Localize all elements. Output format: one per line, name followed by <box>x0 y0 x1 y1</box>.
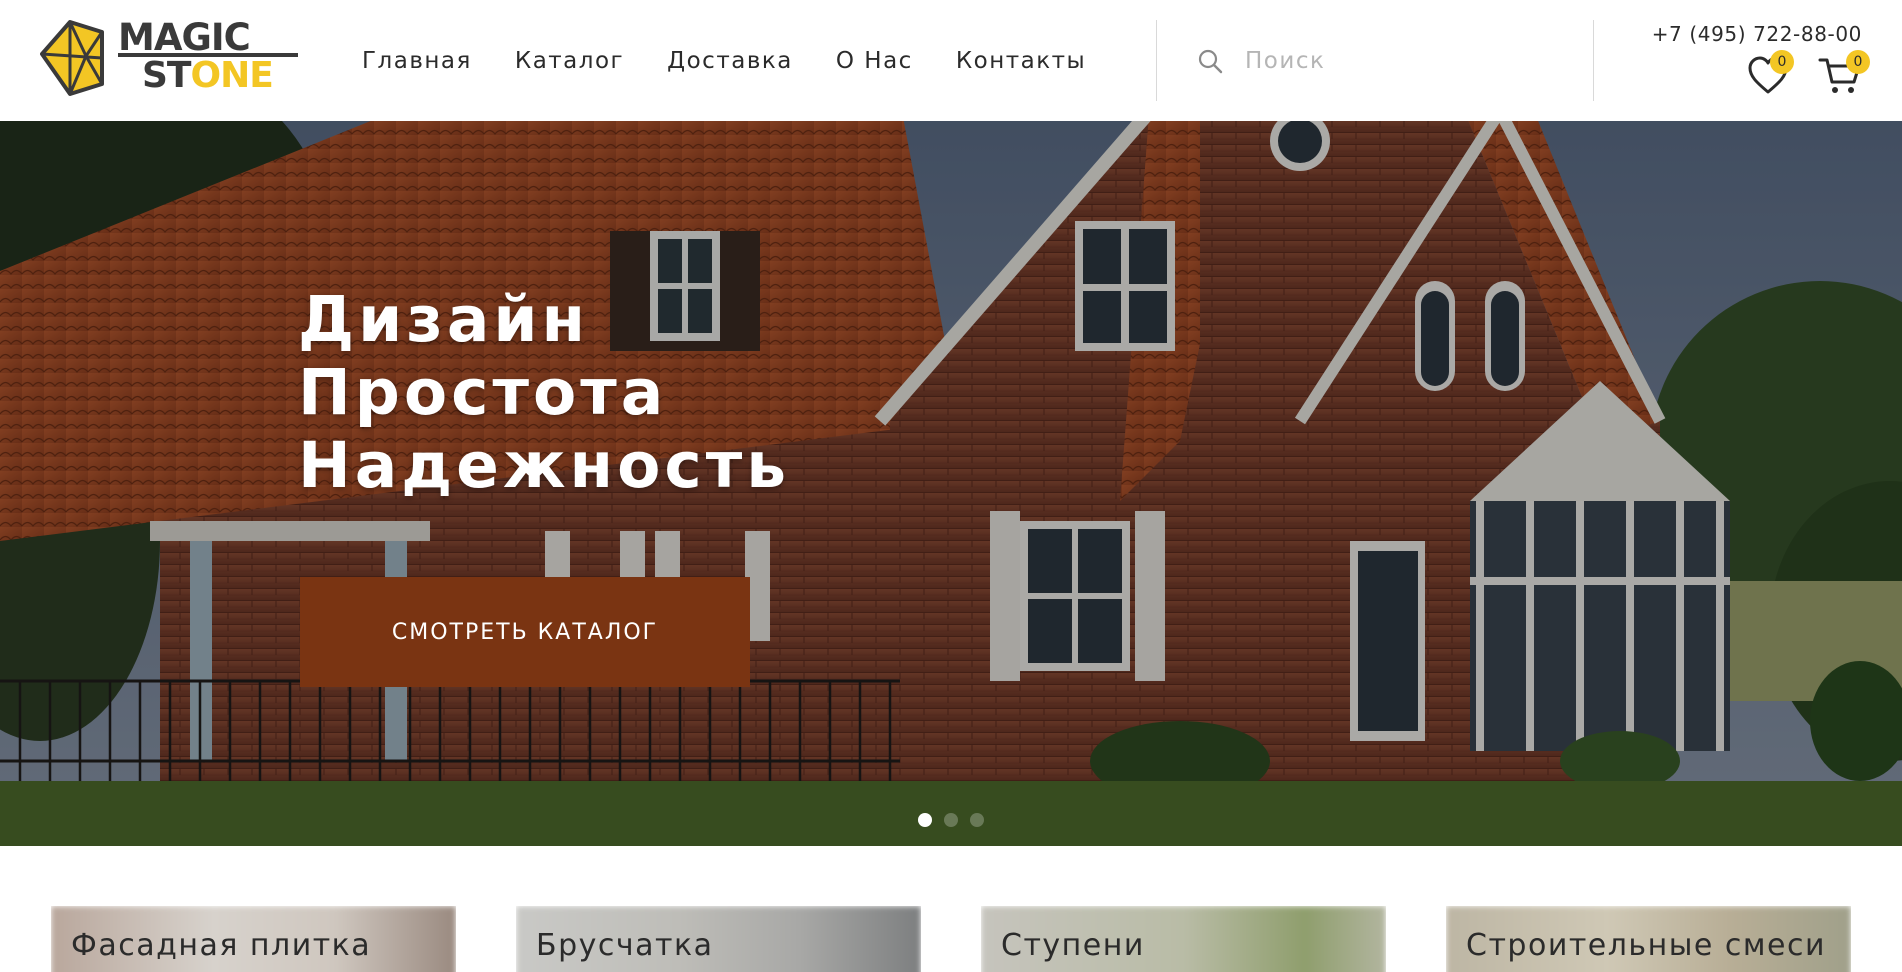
slider-dot-1[interactable] <box>918 813 932 827</box>
slider-dots <box>918 813 996 827</box>
main-nav: Главная Каталог Доставка О Нас Контакты <box>362 0 1129 121</box>
search-input[interactable] <box>1245 47 1545 74</box>
category-card-paving[interactable]: Брусчатка <box>516 906 921 972</box>
nav-item-home[interactable]: Главная <box>362 48 472 74</box>
category-label: Фасадная плитка <box>71 928 372 963</box>
favorites-button[interactable]: 0 <box>1746 50 1794 98</box>
category-card-facade-tiles[interactable]: Фасадная плитка <box>51 906 456 972</box>
cart-button[interactable]: 0 <box>1818 50 1870 98</box>
search-icon[interactable] <box>1197 48 1223 74</box>
phone-number[interactable]: +7 (495) 722-88-00 <box>1652 22 1862 46</box>
hero-banner: Дизайн Простота Надежность СМОТРЕТЬ КАТА… <box>0 121 1902 846</box>
brand-line-2-accent: ONE <box>190 55 273 96</box>
brand-wordmark: MAGIC STONE <box>118 18 303 98</box>
header-divider-right <box>1593 20 1594 101</box>
brand-logo[interactable]: MAGIC STONE <box>40 18 300 98</box>
nav-item-catalog[interactable]: Каталог <box>515 48 624 74</box>
search-box <box>1157 20 1593 101</box>
cart-count-badge: 0 <box>1846 50 1870 74</box>
favorites-count-badge: 0 <box>1770 50 1794 74</box>
slider-dot-2[interactable] <box>944 813 958 827</box>
category-card-building-mixes[interactable]: Строительные смеси <box>1446 906 1851 972</box>
hero-title: Дизайн Простота Надежность <box>298 283 790 502</box>
category-label: Ступени <box>1001 928 1145 963</box>
hero-title-line-1: Дизайн <box>298 283 590 356</box>
category-label: Строительные смеси <box>1466 928 1826 963</box>
hero-title-line-3: Надежность <box>298 429 791 502</box>
nav-item-delivery[interactable]: Доставка <box>667 48 793 74</box>
nav-item-contacts[interactable]: Контакты <box>956 48 1086 74</box>
hero-title-line-2: Простота <box>298 356 668 429</box>
category-list: Фасадная плитка Брусчатка Ступени Строит… <box>0 846 1902 972</box>
brand-line-2: STONE <box>142 55 274 96</box>
view-catalog-button[interactable]: СМОТРЕТЬ КАТАЛОГ <box>300 577 750 687</box>
category-card-steps[interactable]: Ступени <box>981 906 1386 972</box>
site-header: MAGIC STONE Главная Каталог Доставка О Н… <box>0 0 1902 121</box>
brand-line-2-dark: ST <box>142 55 191 96</box>
gem-icon <box>40 20 104 96</box>
nav-item-about[interactable]: О Нас <box>836 48 913 74</box>
brand-line-1: MAGIC <box>118 16 251 59</box>
slider-dot-3[interactable] <box>970 813 984 827</box>
hero-dark-overlay <box>0 121 1902 846</box>
category-label: Брусчатка <box>536 928 714 963</box>
